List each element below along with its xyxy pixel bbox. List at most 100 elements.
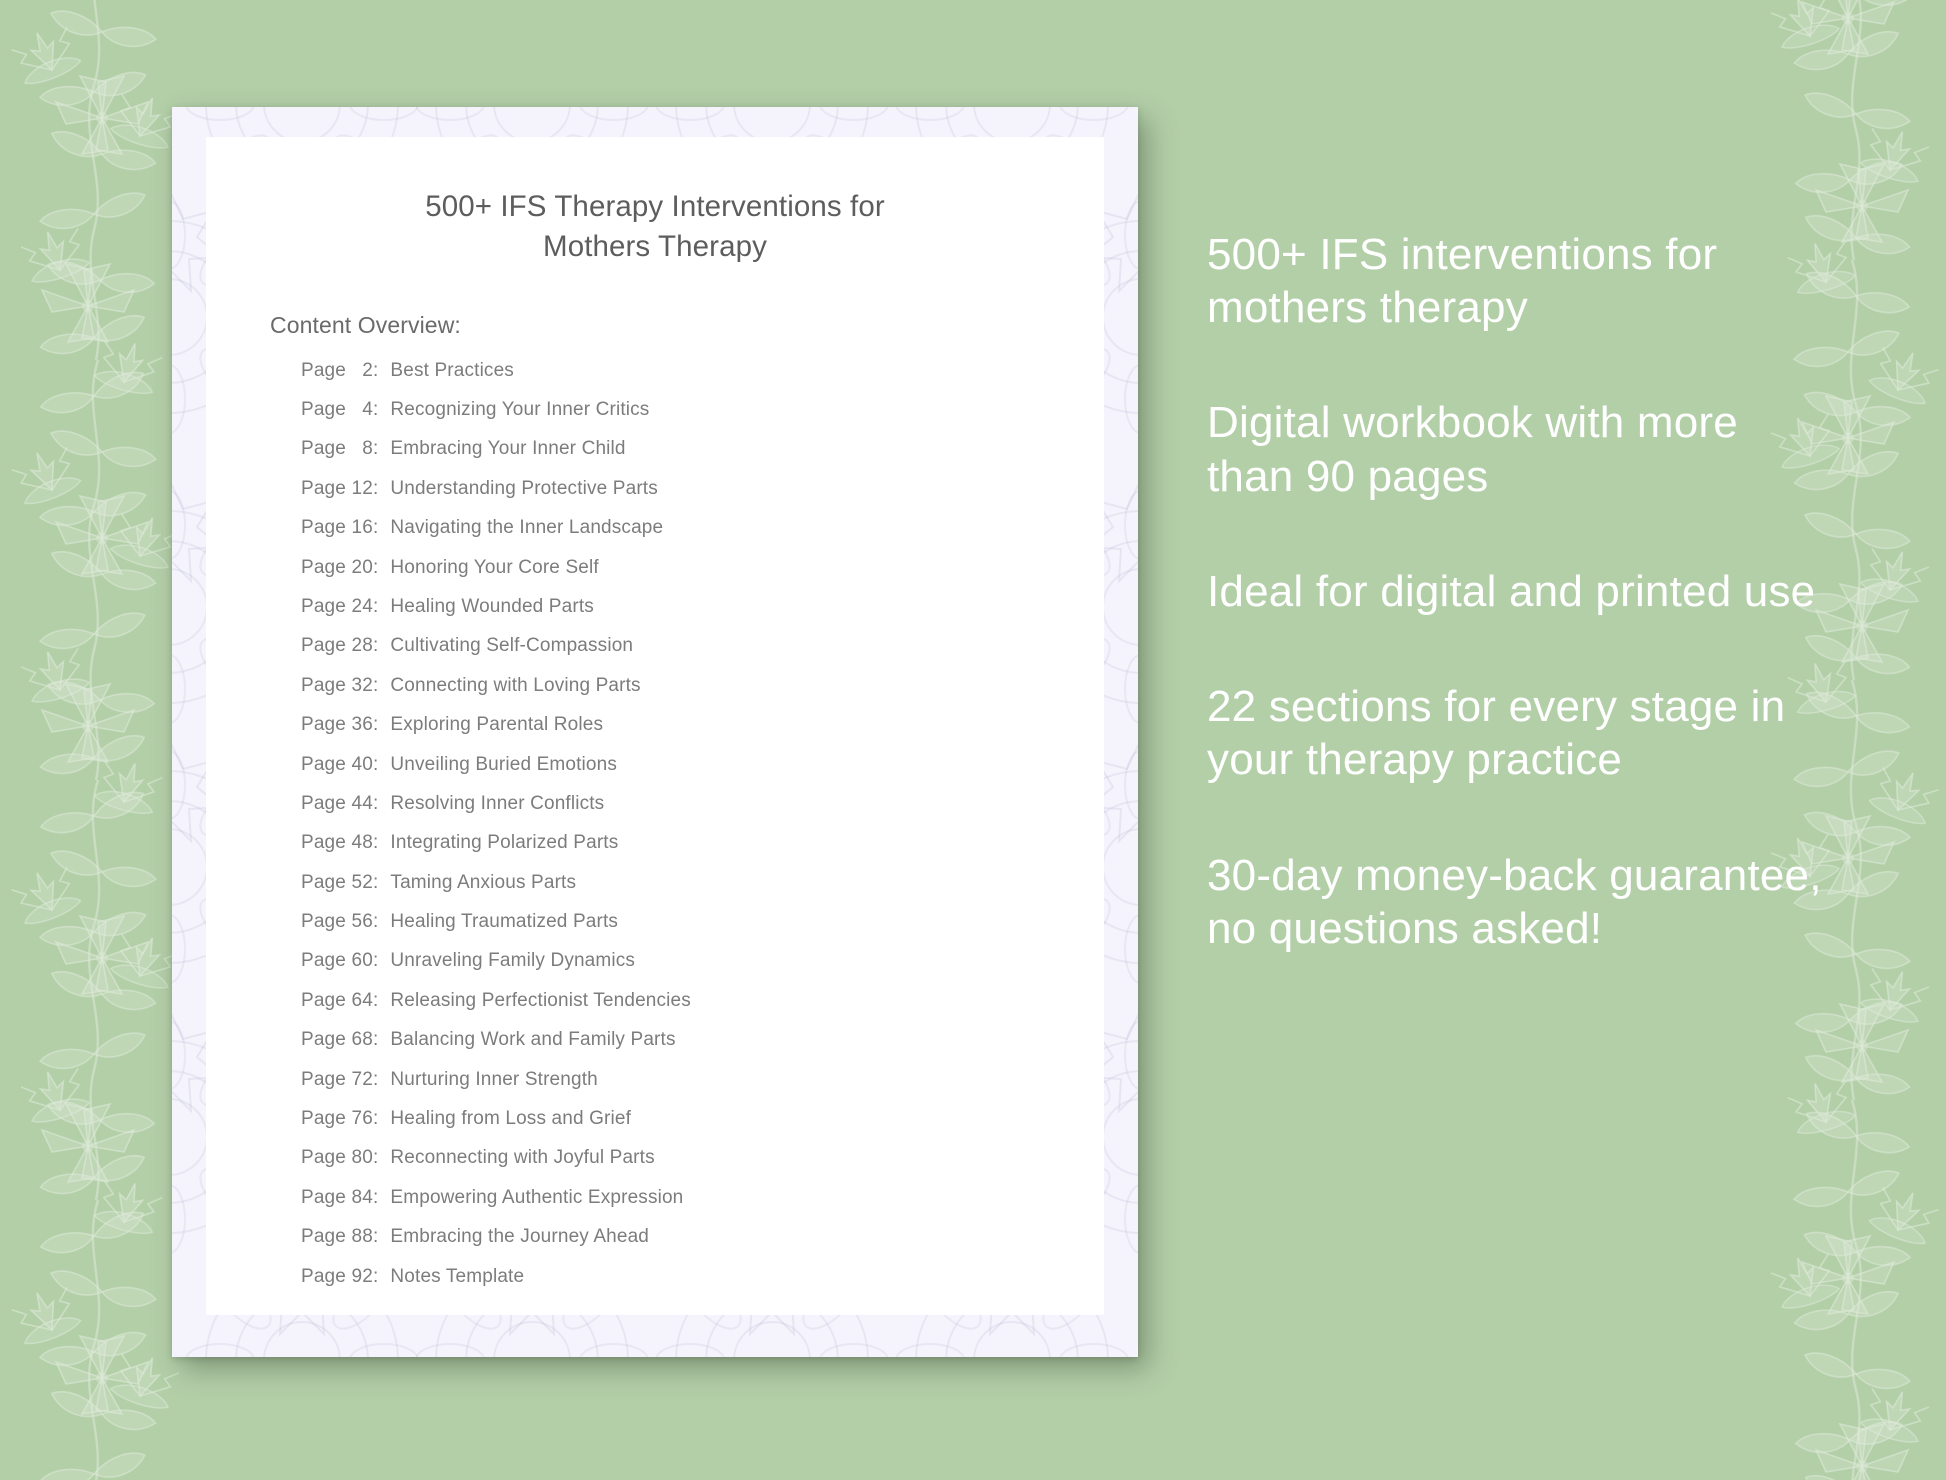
toc-entry-title: Unveiling Buried Emotions (390, 753, 618, 775)
toc-colon: : (372, 438, 379, 460)
toc-colon: : (372, 714, 379, 736)
toc-entry-title: Embracing the Journey Ahead (390, 1226, 650, 1248)
toc-entry-title: Balancing Work and Family Parts (390, 1029, 676, 1051)
toc-entry: Page 56: Healing Traumatized Parts (301, 911, 1104, 950)
toc-colon: : (372, 792, 379, 814)
toc-entry: Page 80: Reconnecting with Joyful Parts (301, 1147, 1104, 1186)
toc-colon: : (372, 635, 379, 657)
toc-page-number: 60 (351, 950, 373, 972)
toc-colon: : (372, 399, 379, 421)
toc-colon: : (372, 1147, 379, 1169)
toc-entry: Page 48: Integrating Polarized Parts (301, 832, 1104, 871)
page-title: 500+ IFS Therapy Interventions for Mothe… (206, 137, 1104, 267)
toc-page-number: 56 (351, 911, 373, 933)
toc-page-number: 68 (351, 1029, 373, 1051)
page-title-line-2: Mothers Therapy (543, 229, 767, 263)
toc-page-number: 32 (351, 674, 373, 696)
toc-page-word: Page (301, 1265, 346, 1287)
toc-page-number: 80 (351, 1147, 373, 1169)
toc-page-word: Page (301, 399, 346, 421)
toc-page-number: 92 (351, 1265, 373, 1287)
document-page: 500+ IFS Therapy Interventions for Mothe… (206, 137, 1104, 1315)
toc-page-word: Page (301, 911, 346, 933)
toc-entry: Page 88: Embracing the Journey Ahead (301, 1226, 1104, 1265)
toc-entry-title: Honoring Your Core Self (390, 556, 599, 578)
toc-colon: : (372, 1265, 379, 1287)
toc-colon: : (372, 1029, 379, 1051)
toc-entry-title: Healing Traumatized Parts (390, 911, 619, 933)
toc-page-number: 88 (351, 1226, 373, 1248)
toc-page-word: Page (301, 1147, 346, 1169)
toc-page-word: Page (301, 1068, 346, 1090)
toc-colon: : (372, 911, 379, 933)
toc-colon: : (372, 1108, 379, 1130)
toc-page-number: 72 (351, 1068, 373, 1090)
toc-entry: Page 52: Taming Anxious Parts (301, 872, 1104, 911)
toc-entry: Page 72: Nurturing Inner Strength (301, 1069, 1104, 1108)
toc-page-word: Page (301, 674, 346, 696)
toc-entry-title: Empowering Authentic Expression (390, 1186, 684, 1208)
toc-colon: : (372, 674, 379, 696)
toc-entry: Page 92: Notes Template (301, 1266, 1104, 1305)
toc-entry: Page 4: Recognizing Your Inner Critics (301, 399, 1104, 438)
toc-entry-title: Best Practices (390, 359, 514, 381)
toc-entry-title: Embracing Your Inner Child (390, 438, 626, 460)
toc-page-number: 12 (351, 477, 373, 499)
toc-page-word: Page (301, 635, 346, 657)
toc-page-number: 64 (351, 989, 373, 1011)
toc-entry-title: Healing Wounded Parts (390, 595, 594, 617)
toc-entry-title: Navigating the Inner Landscape (390, 517, 664, 539)
toc-page-word: Page (301, 1108, 346, 1130)
toc-entry: Page 40: Unveiling Buried Emotions (301, 754, 1104, 793)
toc-page-word: Page (301, 871, 346, 893)
toc-entry: Page 20: Honoring Your Core Self (301, 557, 1104, 596)
toc-entry: Page 24: Healing Wounded Parts (301, 596, 1104, 635)
product-preview-card: 500+ IFS Therapy Interventions for Mothe… (172, 107, 1138, 1357)
toc-entry: Page 28: Cultivating Self-Compassion (301, 635, 1104, 674)
toc-page-number: 48 (351, 832, 373, 854)
toc-page-number: 4 (362, 399, 373, 421)
toc-page-word: Page (301, 792, 346, 814)
toc-page-number: 28 (351, 635, 373, 657)
marketing-bullet: 22 sections for every stage in your ther… (1207, 682, 1786, 785)
toc-page-word: Page (301, 438, 346, 460)
toc-entry: Page 64: Releasing Perfectionist Tendenci… (301, 990, 1104, 1029)
toc-page-number: 36 (351, 714, 373, 736)
toc-colon: : (372, 595, 379, 617)
toc-page-word: Page (301, 1186, 346, 1208)
page-title-line-1: 500+ IFS Therapy Interventions for (425, 190, 885, 223)
toc-page-word: Page (301, 753, 346, 775)
toc-page-number: 8 (362, 438, 373, 460)
toc-page-number: 2 (362, 359, 373, 381)
toc-entry-title: Cultivating Self-Compassion (390, 635, 634, 657)
toc-page-number: 40 (351, 753, 373, 775)
toc-page-number: 20 (351, 556, 373, 578)
toc-entry: Page 32: Connecting with Loving Parts (301, 675, 1104, 714)
toc-page-number: 44 (351, 792, 373, 814)
toc-entry-title: Notes Template (390, 1265, 525, 1287)
toc-page-number: 52 (351, 871, 373, 893)
toc-entry-title: Connecting with Loving Parts (390, 674, 641, 696)
toc-colon: : (372, 950, 379, 972)
toc-page-word: Page (301, 517, 346, 539)
toc-page-word: Page (301, 950, 346, 972)
toc-entry-title: Releasing Perfectionist Tendencies (390, 989, 691, 1011)
toc-page-number: 84 (351, 1186, 373, 1208)
toc-colon: : (372, 1186, 379, 1208)
toc-page-word: Page (301, 477, 346, 499)
content-overview-label: Content Overview: (270, 311, 461, 338)
toc-entry-title: Integrating Polarized Parts (390, 832, 619, 854)
toc-entry: Page 2: Best Practices (301, 360, 1104, 399)
toc-entry-title: Healing from Loss and Grief (390, 1108, 632, 1130)
toc-page-word: Page (301, 1029, 346, 1051)
toc-page-word: Page (301, 359, 346, 381)
toc-entry: Page 84: Empowering Authentic Expression (301, 1187, 1104, 1226)
toc-page-word: Page (301, 714, 346, 736)
page-background: 500+ IFS Therapy Interventions for Mothe… (0, 0, 1946, 1460)
toc-colon: : (372, 753, 379, 775)
toc-page-word: Page (301, 595, 346, 617)
marketing-bullet: 30-day money-back guarantee, no question… (1207, 850, 1822, 953)
toc-entry-title: Exploring Parental Roles (390, 714, 604, 736)
toc-page-word: Page (301, 832, 346, 854)
toc-colon: : (372, 1068, 379, 1090)
